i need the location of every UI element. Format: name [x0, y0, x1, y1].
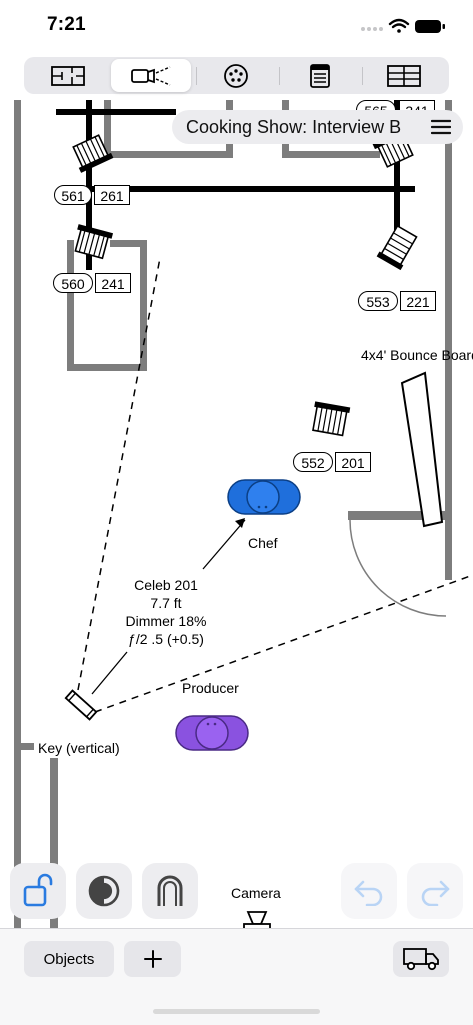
view-mode-tabbar — [24, 57, 449, 94]
key-light-fixture — [64, 689, 98, 721]
status-bar: 7:21 — [0, 0, 473, 50]
bounce-board-label: 4x4' Bounce Board — [361, 347, 473, 363]
channel-pill-560[interactable]: 560 — [53, 273, 93, 293]
home-indicator — [153, 1009, 320, 1014]
walls — [14, 100, 452, 928]
dimmer-box-221[interactable]: 221 — [400, 291, 436, 311]
unlock-icon — [23, 873, 53, 907]
cellular-signal-icon — [361, 27, 383, 31]
undo-icon — [354, 880, 383, 906]
camera-label: Camera — [231, 885, 281, 901]
camera-symbol — [243, 911, 271, 928]
tab-dmx[interactable] — [196, 59, 276, 92]
chef-figure — [227, 479, 301, 515]
chef-arrow — [202, 519, 246, 570]
channel-pill-553[interactable]: 553 — [358, 291, 398, 311]
truck-button[interactable] — [393, 941, 449, 977]
tab-table[interactable] — [364, 59, 444, 92]
fixture-560 — [74, 224, 114, 260]
contrast-icon — [88, 875, 120, 907]
channel-pill-561[interactable]: 561 — [54, 185, 92, 205]
annotation-leader — [91, 651, 128, 695]
redo-icon — [421, 880, 450, 906]
hamburger-menu-icon[interactable] — [431, 119, 451, 135]
table-grid-icon — [387, 64, 421, 87]
light-plot-drawing — [14, 100, 473, 928]
fixture-553 — [376, 224, 418, 271]
plus-icon — [143, 950, 162, 968]
add-button[interactable] — [124, 941, 181, 977]
door-swing — [349, 519, 447, 617]
key-light-label: Key (vertical) — [38, 740, 120, 756]
light-plot-canvas[interactable]: 565 341 561 261 560 241 553 221 552 201 … — [0, 100, 473, 928]
annotation-line-1: Celeb 201 — [134, 577, 198, 593]
magnet-icon — [157, 875, 183, 906]
status-icons — [361, 18, 445, 33]
tab-lighting[interactable] — [111, 59, 191, 92]
spotlight-icon — [131, 65, 171, 86]
dimmer-box-241[interactable]: 241 — [95, 273, 131, 293]
dimmer-box-201[interactable]: 201 — [335, 452, 371, 472]
document-list-icon — [310, 63, 330, 88]
truck-icon — [403, 948, 439, 971]
lock-toggle-button[interactable] — [10, 863, 66, 919]
annotation-line-4: ƒ/2 .5 (+0.5) — [128, 631, 204, 647]
producer-label: Producer — [182, 680, 239, 696]
fixture-552 — [312, 401, 351, 437]
bounce-board — [400, 371, 444, 528]
plot-title-pill[interactable]: Cooking Show: Interview B — [172, 110, 463, 144]
dmx-connector-icon — [224, 63, 248, 88]
objects-button[interactable]: Objects — [24, 941, 114, 977]
fixture-annotation: Celeb 201 7.7 ft Dimmer 18% ƒ/2 .5 (+0.5… — [118, 576, 214, 648]
tab-floor-plan[interactable] — [28, 59, 108, 92]
annotation-line-3: Dimmer 18% — [125, 613, 207, 629]
undo-button[interactable] — [341, 863, 397, 919]
plot-title: Cooking Show: Interview B — [186, 116, 402, 137]
chef-label: Chef — [248, 535, 278, 551]
redo-button[interactable] — [407, 863, 463, 919]
objects-button-label: Objects — [43, 950, 95, 968]
battery-icon — [415, 20, 445, 33]
status-time: 7:21 — [47, 14, 86, 35]
wifi-icon — [388, 18, 410, 33]
snap-magnet-button[interactable] — [142, 863, 198, 919]
producer-figure — [175, 715, 249, 751]
floor-plan-icon — [51, 65, 85, 86]
tab-document[interactable] — [280, 59, 360, 92]
dimmer-box-261[interactable]: 261 — [94, 185, 130, 205]
channel-pill-552[interactable]: 552 — [293, 452, 333, 472]
contrast-button[interactable] — [76, 863, 132, 919]
annotation-line-2: 7.7 ft — [150, 595, 182, 611]
